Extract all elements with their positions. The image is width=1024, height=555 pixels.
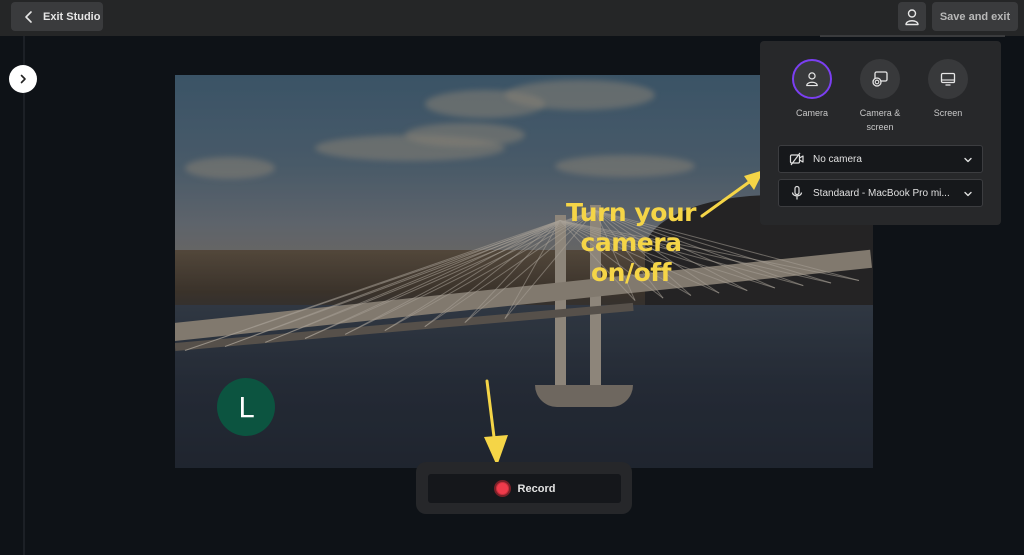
chevron-left-icon (25, 10, 32, 23)
exit-studio-button[interactable]: Exit Studio (11, 2, 103, 31)
mode-camera-screen-label: Camera & screen (859, 108, 901, 132)
user-avatar: L (217, 378, 275, 436)
camera-screen-icon (872, 71, 888, 87)
microphone-select-value: Standaard - MacBook Pro mi... (813, 187, 950, 199)
record-dot-icon (493, 480, 511, 497)
camera-hint-annotation: Turn your camera on/off (552, 198, 710, 288)
expand-sidebar-button[interactable] (9, 65, 37, 93)
mode-screen[interactable]: Screen (918, 59, 978, 120)
microphone-icon (791, 185, 803, 200)
camera-select-value: No camera (813, 153, 862, 165)
monitor-icon (940, 72, 956, 86)
mode-camera-and-screen[interactable]: Camera & screen (850, 59, 910, 134)
chevron-down-icon (964, 191, 972, 197)
record-label: Record (517, 482, 556, 495)
camera-off-icon (789, 152, 804, 166)
record-button[interactable]: Record (428, 474, 621, 503)
camera-select[interactable]: No camera (778, 145, 983, 173)
person-icon (905, 8, 919, 25)
save-and-exit-button[interactable]: Save and exit (932, 2, 1018, 31)
chevron-down-icon (964, 157, 972, 163)
sidebar-divider (23, 36, 25, 555)
microphone-select[interactable]: Standaard - MacBook Pro mi... (778, 179, 983, 207)
mode-camera-circle (792, 59, 832, 99)
exit-studio-label: Exit Studio (43, 10, 101, 23)
mode-camera-screen-circle (860, 59, 900, 99)
camera-hint-line2: camera on/off (580, 228, 682, 287)
chevron-right-icon (20, 74, 26, 84)
camera-hint-line1: Turn your (565, 198, 697, 227)
panel-pointer (820, 35, 1005, 37)
person-icon (806, 72, 818, 87)
mode-screen-circle (928, 59, 968, 99)
mode-camera-label: Camera (795, 108, 828, 118)
mode-camera[interactable]: Camera (782, 59, 842, 120)
mode-screen-label: Screen (933, 108, 963, 118)
top-bar (0, 0, 1024, 36)
profile-button[interactable] (898, 2, 926, 31)
